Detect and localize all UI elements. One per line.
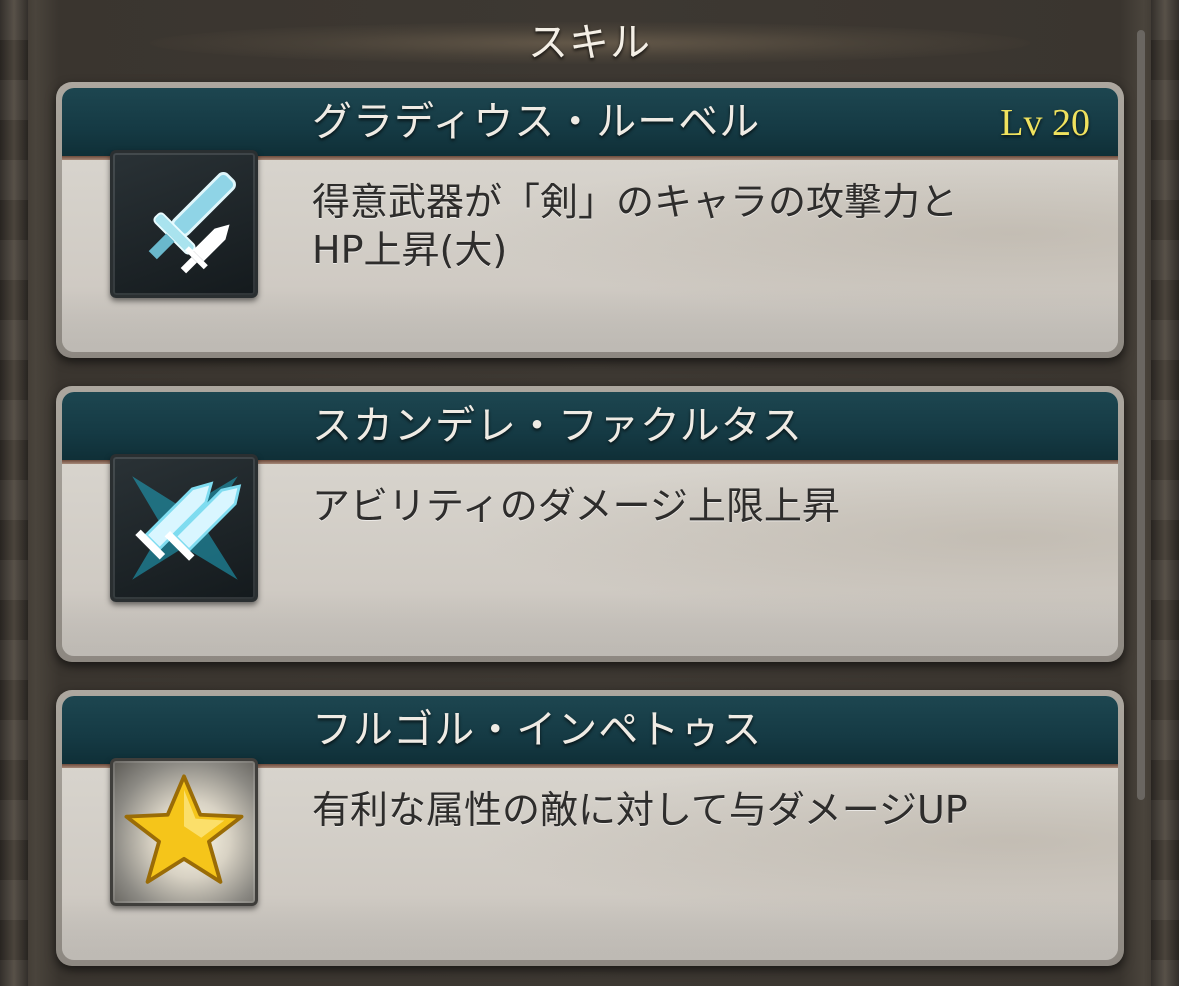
skill-description-line: 有利な属性の敵に対して与ダメージUP: [312, 788, 968, 832]
skill-card-1[interactable]: グラディウス・ルーベル Lv 20 得意武器が「剣」のキャラの攻撃力と HP上昇…: [56, 82, 1124, 358]
skill-card-3[interactable]: フルゴル・インペトゥス 有利な属性の敵に対して与ダメージUP: [56, 690, 1124, 966]
left-ornament-border: [0, 0, 28, 986]
right-ornament-border: [1151, 0, 1179, 986]
skill-title-bar: フルゴル・インペトゥス: [62, 696, 1118, 764]
skill-description: 得意武器が「剣」のキャラの攻撃力と HP上昇(大): [312, 178, 1072, 274]
skill-description-line: アビリティのダメージ上限上昇: [312, 484, 840, 528]
scrollbar[interactable]: [1137, 30, 1145, 800]
section-title: スキル: [528, 20, 651, 66]
skill-card-body: グラディウス・ルーベル Lv 20 得意武器が「剣」のキャラの攻撃力と HP上昇…: [62, 88, 1118, 352]
skill-name: フルゴル・インペトゥス: [312, 707, 763, 753]
skill-card-2[interactable]: スカンデレ・ファクルタス アビリティのダメージ上限上昇: [56, 386, 1124, 662]
skill-title-bar: スカンデレ・ファクルタス: [62, 392, 1118, 460]
skill-description-line: 得意武器が「剣」のキャラの攻撃力と: [312, 180, 959, 224]
sword-icon: [110, 150, 258, 298]
skill-level: Lv 20: [1000, 102, 1090, 144]
skill-title-bar: グラディウス・ルーベル Lv 20: [62, 88, 1118, 156]
section-header: スキル: [0, 0, 1179, 84]
skill-description-line: HP上昇(大): [312, 228, 508, 272]
skill-description: 有利な属性の敵に対して与ダメージUP: [312, 786, 1072, 834]
skill-name: グラディウス・ルーベル: [312, 99, 761, 145]
skill-card-body: フルゴル・インペトゥス 有利な属性の敵に対して与ダメージUP: [62, 696, 1118, 960]
twin-blades-icon: [110, 454, 258, 602]
skill-card-body: スカンデレ・ファクルタス アビリティのダメージ上限上昇: [62, 392, 1118, 656]
skill-name: スカンデレ・ファクルタス: [312, 403, 803, 449]
skill-description: アビリティのダメージ上限上昇: [312, 482, 1072, 530]
star-icon: [110, 758, 258, 906]
